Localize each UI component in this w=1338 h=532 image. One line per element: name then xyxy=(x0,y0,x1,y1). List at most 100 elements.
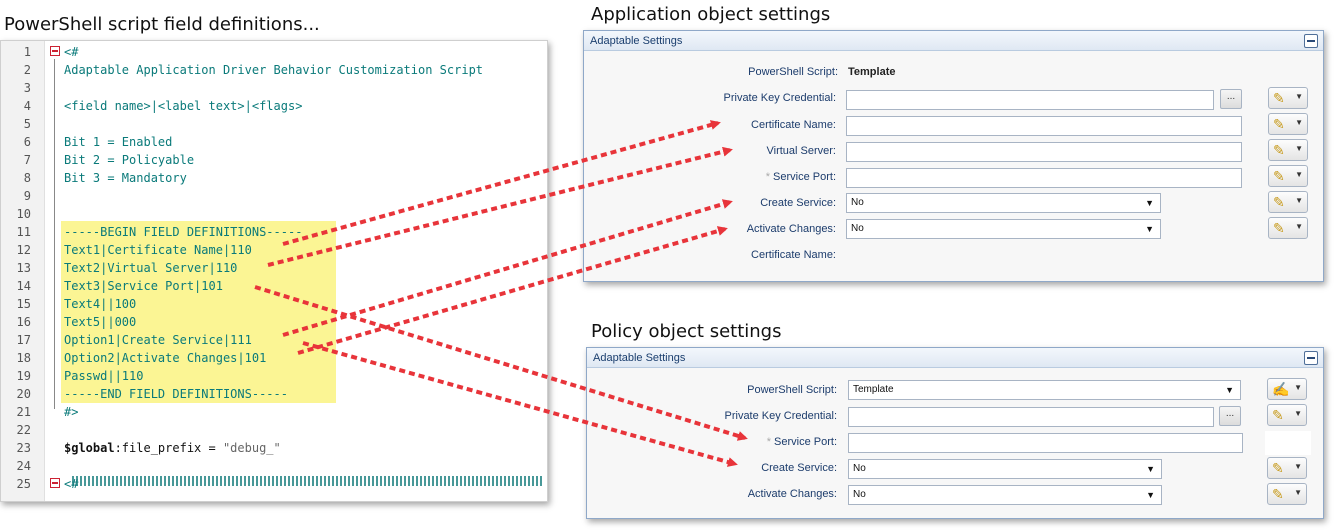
code-line: 21 #> xyxy=(1,403,547,421)
code-line: 6 Bit 1 = Enabled xyxy=(1,133,547,151)
code-text: Text1|Certificate Name|110 xyxy=(64,243,252,257)
minus-icon[interactable] xyxy=(1304,34,1318,48)
activate-changes-label: Activate Changes: xyxy=(746,223,836,235)
pencil-icon: ✎ xyxy=(1272,460,1284,476)
certificate-name-field[interactable] xyxy=(846,116,1242,136)
code-line: 5 xyxy=(1,115,547,133)
code-line: 15 Text4||100 xyxy=(1,295,547,313)
fold-toggle-icon[interactable] xyxy=(50,478,60,488)
create-service-select[interactable]: No ▼ xyxy=(848,459,1162,479)
fold-toggle-icon[interactable] xyxy=(50,46,60,56)
panel-header: Adaptable Settings xyxy=(584,31,1323,51)
activate-changes-value: No xyxy=(853,489,866,500)
code-text: <field name>|<label text>|<flags> xyxy=(64,99,303,113)
code-line: 8 Bit 3 = Mandatory xyxy=(1,169,547,187)
private-key-flag-button[interactable]: ✎ ▼ xyxy=(1267,404,1307,426)
virtual-server-field[interactable] xyxy=(846,142,1242,162)
create-service-flag-button[interactable]: ✎ ▼ xyxy=(1267,457,1307,479)
service-port-field[interactable] xyxy=(848,433,1243,453)
chevron-down-icon: ▼ xyxy=(1146,490,1155,500)
activate-changes-flag-button[interactable]: ✎ ▼ xyxy=(1268,217,1308,239)
code-text: Text5||000 xyxy=(64,315,137,329)
code-text: Text4||100 xyxy=(64,297,137,311)
certificate-name-flag-button[interactable]: ✎ ▼ xyxy=(1268,113,1308,135)
pencil-icon: ✎ xyxy=(1273,220,1285,236)
required-marker: * xyxy=(765,171,770,183)
code-line: 7 Bit 2 = Policyable xyxy=(1,151,547,169)
code-text: Bit 3 = Mandatory xyxy=(64,171,187,185)
line-number: 4 xyxy=(23,99,31,113)
line-number: 12 xyxy=(16,243,31,257)
code-line: 3 xyxy=(1,79,547,97)
pencil-icon: ✎ xyxy=(1272,407,1284,423)
code-line: 23 $global:file_prefix = "debug_" xyxy=(1,439,547,457)
service-port-flag-button[interactable]: ✎ ▼ xyxy=(1268,165,1308,187)
browse-button[interactable]: ... xyxy=(1220,89,1242,109)
chevron-down-icon: ▼ xyxy=(1294,488,1302,497)
activate-changes-flag-button[interactable]: ✎ ▼ xyxy=(1267,483,1307,505)
line-number: 17 xyxy=(16,333,31,347)
code-text: Text2|Virtual Server|110 xyxy=(64,261,238,275)
line-number: 15 xyxy=(16,297,31,311)
code-editor[interactable]: 1 <# 2 Adaptable Application Driver Behavio… xyxy=(0,40,548,502)
private-key-credential-field[interactable] xyxy=(846,90,1214,110)
line-number: 9 xyxy=(23,189,31,203)
code-text: Option2|Activate Changes|101 xyxy=(64,351,267,365)
line-number: 23 xyxy=(16,441,31,455)
powershell-script-select[interactable]: Template ▼ xyxy=(848,380,1241,400)
line-number: 6 xyxy=(23,135,31,149)
code-line: 22 xyxy=(1,421,547,439)
powershell-script-flag-button[interactable]: ✍ ▼ xyxy=(1267,378,1307,400)
activate-changes-select[interactable]: No ▼ xyxy=(846,219,1161,239)
private-key-flag-button[interactable]: ✎ ▼ xyxy=(1268,87,1308,109)
pencil-icon: ✎ xyxy=(1273,168,1285,184)
service-port-label: * Service Port: xyxy=(597,436,837,448)
certificate-name-label: Certificate Name: xyxy=(751,119,836,131)
create-service-label: Create Service: xyxy=(761,462,837,474)
line-number: 19 xyxy=(16,369,31,383)
required-marker: * xyxy=(766,436,771,448)
policy-settings-panel: Adaptable Settings PowerShell Script: Te… xyxy=(586,347,1324,519)
line-number: 22 xyxy=(16,423,31,437)
string-literal: "debug_" xyxy=(222,441,281,455)
virtual-server-flag-button[interactable]: ✎ ▼ xyxy=(1268,139,1308,161)
code-text: Bit 2 = Policyable xyxy=(64,153,195,167)
pencil-icon: ✎ xyxy=(1273,142,1285,158)
panel-title: Adaptable Settings xyxy=(590,35,683,47)
script-heading: PowerShell script field definitions... xyxy=(4,14,320,35)
chevron-down-icon: ▼ xyxy=(1295,170,1303,179)
chevron-down-icon: ▼ xyxy=(1294,409,1302,418)
pencil-icon: ✎ xyxy=(1273,194,1285,210)
service-port-field[interactable] xyxy=(846,168,1242,188)
create-service-flag-button[interactable]: ✎ ▼ xyxy=(1268,191,1308,213)
code-line: 9 xyxy=(1,187,547,205)
activate-changes-select[interactable]: No ▼ xyxy=(848,485,1162,505)
private-key-credential-label: Private Key Credential: xyxy=(724,410,838,422)
code-text: <# xyxy=(64,45,79,59)
assignment-text: :file_prefix = xyxy=(114,441,223,455)
service-port-label-text: Service Port: xyxy=(774,436,837,448)
panel-header: Adaptable Settings xyxy=(587,348,1323,368)
certificate-name-readonly-label: Certificate Name: xyxy=(751,249,836,261)
comment-separator-line xyxy=(72,476,542,486)
code-line: 4 <field name>|<label text>|<flags> xyxy=(1,97,547,115)
code-line: 10 xyxy=(1,205,547,223)
create-service-select[interactable]: No ▼ xyxy=(846,193,1161,213)
chevron-down-icon: ▼ xyxy=(1225,385,1234,395)
code-line: 18 Option2|Activate Changes|101 xyxy=(1,349,547,367)
code-text: Option1|Create Service|111 xyxy=(64,333,252,347)
browse-button[interactable]: ... xyxy=(1219,406,1241,426)
line-number: 8 xyxy=(23,171,31,185)
code-statement: $global:file_prefix = "debug_" xyxy=(64,439,281,457)
line-number: 24 xyxy=(16,459,31,473)
powershell-script-label: PowerShell Script: xyxy=(748,66,838,78)
variable-name: $global xyxy=(64,441,115,455)
line-number: 2 xyxy=(23,63,31,77)
line-number: 1 xyxy=(23,45,31,59)
pencil-icon: ✎ xyxy=(1273,90,1285,106)
policy-heading: Policy object settings xyxy=(591,321,782,342)
private-key-credential-field[interactable] xyxy=(848,407,1214,427)
minus-icon[interactable] xyxy=(1304,351,1318,365)
line-number: 25 xyxy=(16,477,31,491)
line-number: 21 xyxy=(16,405,31,419)
